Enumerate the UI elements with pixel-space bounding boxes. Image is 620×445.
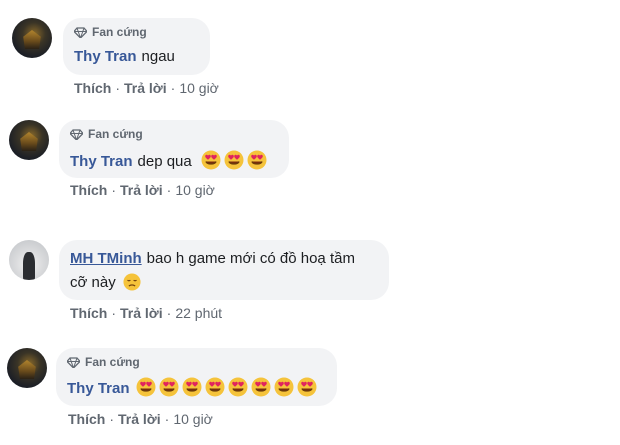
like-button[interactable]: Thích bbox=[68, 411, 105, 427]
fan-badge: Fan cứng bbox=[67, 355, 140, 369]
comment-actions: Thích · Trả lời · 10 giờ bbox=[68, 411, 213, 427]
heart-eyes-emoji-icon bbox=[227, 377, 248, 397]
avatar[interactable] bbox=[7, 348, 47, 388]
comment-bubble: Fan cứng Thy Tran bbox=[56, 348, 337, 406]
comment-4: Fan cứng Thy Tran Thích · Trả lời · 10 giờ bbox=[0, 0, 620, 445]
heart-eyes-emoji-icon bbox=[250, 377, 271, 397]
heart-eyes-emoji-icon bbox=[158, 377, 179, 397]
reply-button[interactable]: Trả lời bbox=[118, 411, 161, 427]
heart-eyes-emoji-icon bbox=[181, 377, 202, 397]
heart-eyes-emoji-icon bbox=[296, 377, 317, 397]
badge-label: Fan cứng bbox=[85, 355, 140, 369]
author-name[interactable]: Thy Tran bbox=[67, 380, 130, 397]
comment-thread: Fan cứng Thy Tran ngau Thích · Trả lời · 10 g… bbox=[0, 0, 620, 445]
heart-eyes-emoji-icon bbox=[204, 377, 225, 397]
emoji-group bbox=[135, 377, 320, 397]
diamond-icon bbox=[67, 356, 80, 368]
heart-eyes-emoji-icon bbox=[273, 377, 294, 397]
heart-eyes-emoji-icon bbox=[135, 377, 156, 397]
timestamp[interactable]: 10 giờ bbox=[173, 411, 213, 427]
